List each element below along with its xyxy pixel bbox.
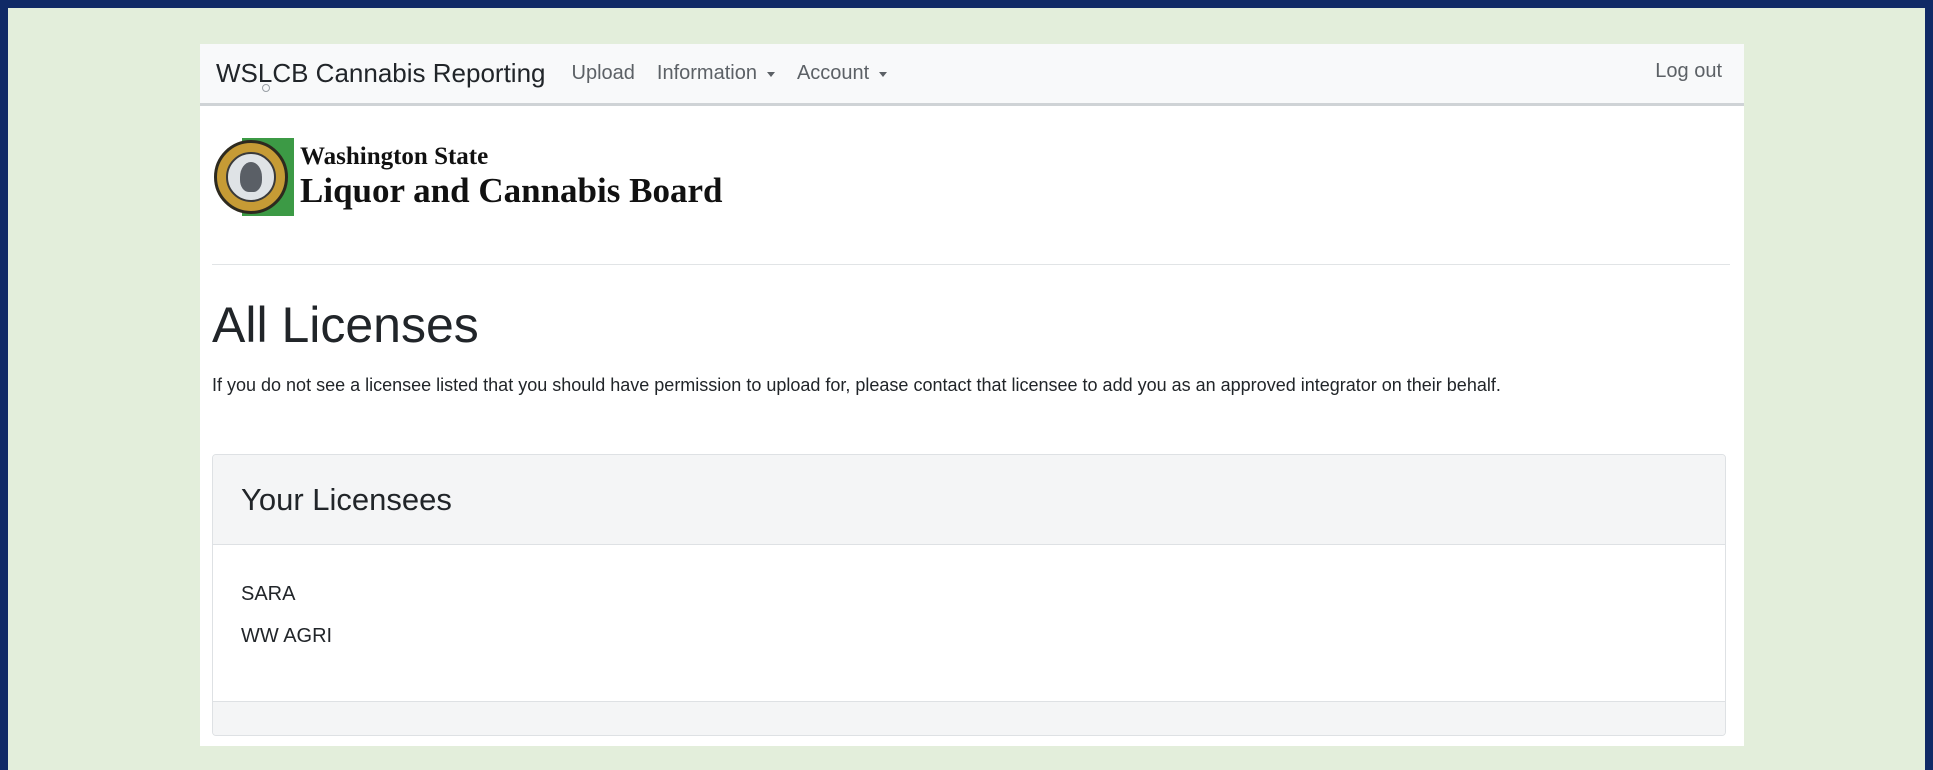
agency-logo: Washington State Liquor and Cannabis Boa… (212, 136, 722, 218)
top-navbar: WSLCB Cannabis Reporting Upload Informat… (200, 44, 1744, 106)
page-title: All Licenses (212, 297, 479, 353)
card-header: Your Licensees (213, 455, 1725, 545)
cursor-indicator (262, 84, 270, 92)
caret-down-icon (766, 72, 775, 77)
nav-upload-link[interactable]: Upload (572, 62, 635, 85)
header-divider (212, 264, 1730, 265)
state-seal-icon (212, 136, 294, 218)
caret-down-icon (879, 72, 888, 77)
card-footer (213, 701, 1725, 735)
nav-information-dropdown[interactable]: Information (657, 62, 775, 85)
agency-name: Washington State Liquor and Cannabis Boa… (300, 143, 722, 212)
browser-viewport: WSLCB Cannabis Reporting Upload Informat… (200, 44, 1744, 746)
licensee-item: SARA (241, 583, 296, 605)
agency-name-line1: Washington State (300, 142, 489, 170)
licensee-item: WW AGRI (241, 625, 333, 647)
nav-information-label: Information (656, 62, 757, 84)
nav-account-dropdown[interactable]: Account (796, 62, 888, 85)
logout-link[interactable]: Log out (1655, 60, 1722, 83)
nav-upload-label: Upload (571, 62, 635, 84)
nav-account-label: Account (796, 62, 870, 84)
licensee-list: SARA WW AGRI (213, 545, 1725, 657)
agency-name-line2: Liquor and Cannabis Board (300, 171, 723, 211)
image-frame: WSLCB Cannabis Reporting Upload Informat… (8, 8, 1925, 770)
intro-text: If you do not see a licensee listed that… (212, 375, 1501, 395)
licensees-card: Your Licensees SARA WW AGRI (212, 454, 1726, 736)
